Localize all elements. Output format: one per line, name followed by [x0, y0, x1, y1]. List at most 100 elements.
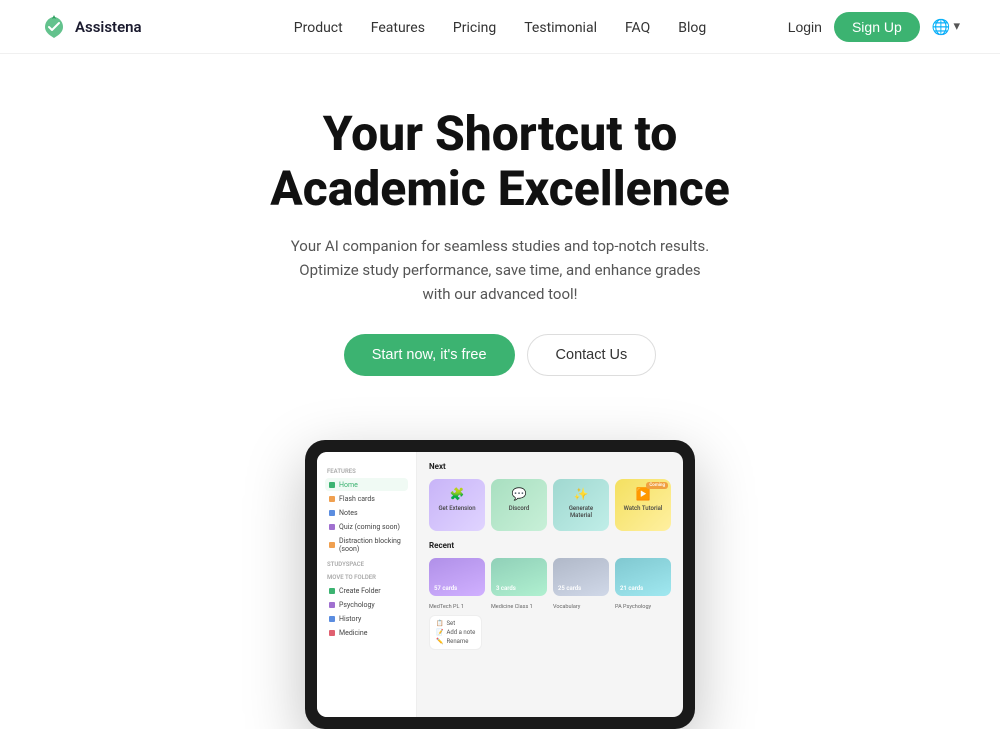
- nav-faq[interactable]: FAQ: [625, 20, 650, 36]
- device-screen: Features Home Flash cards Notes Quiz (co…: [317, 452, 683, 717]
- distraction-icon: [329, 542, 335, 548]
- recent-count-2: 3 cards: [496, 585, 542, 592]
- sidebar-flashcards-label: Flash cards: [339, 495, 375, 503]
- folder-history[interactable]: History: [325, 612, 408, 625]
- tutorial-icon: ▶️: [636, 487, 651, 501]
- nav-features[interactable]: Features: [371, 20, 425, 36]
- folder-medicine-icon: [329, 630, 335, 636]
- logo-text: Assistena: [75, 18, 142, 36]
- login-button[interactable]: Login: [788, 19, 822, 35]
- hero-heading: Your Shortcut to Academic Excellence: [20, 106, 980, 216]
- generate-icon: ✨: [574, 487, 589, 501]
- tutorial-label: Watch Tutorial: [624, 505, 663, 512]
- rename-icon: ✏️: [436, 638, 443, 645]
- add-note-label: Add a note: [446, 629, 475, 636]
- recent-title-4: PA Psychology: [615, 604, 671, 610]
- start-free-button[interactable]: Start now, it's free: [344, 334, 515, 376]
- signup-button[interactable]: Sign Up: [834, 12, 920, 42]
- mini-menu-set[interactable]: 📋 Set: [436, 620, 475, 627]
- discord-label: Discord: [509, 505, 530, 512]
- set-label: Set: [446, 620, 455, 627]
- quiz-icon: [329, 524, 335, 530]
- extension-icon: 🧩: [450, 487, 465, 501]
- recent-card-4[interactable]: 21 cards: [615, 558, 671, 596]
- folder-psychology-label: Psychology: [339, 601, 375, 609]
- sidebar-item-distraction[interactable]: Distraction blocking (soon): [325, 534, 408, 555]
- watch-tutorial-card[interactable]: Coming ▶️ Watch Tutorial: [615, 479, 671, 531]
- hero-heading-line2: Academic Excellence: [270, 160, 730, 217]
- recent-labels-row: MedTech PL 1 Medicine Class 1 Vocabulary…: [429, 604, 671, 610]
- hero-heading-line1: Your Shortcut to: [323, 105, 678, 162]
- recent-section-title: Recent: [429, 541, 671, 550]
- sidebar-distraction-label: Distraction blocking (soon): [339, 537, 404, 553]
- nav-blog[interactable]: Blog: [678, 20, 706, 36]
- folder-history-icon: [329, 616, 335, 622]
- nav-right: Login Sign Up 🌐 ▾: [788, 12, 960, 42]
- folder-medicine[interactable]: Medicine: [325, 626, 408, 639]
- set-icon: 📋: [436, 620, 443, 627]
- recent-cards-row: 57 cards 3 cards 25 cards 21 cards: [429, 558, 671, 596]
- discord-card[interactable]: 💬 Discord: [491, 479, 547, 531]
- device-frame: Features Home Flash cards Notes Quiz (co…: [305, 440, 695, 729]
- rename-label: Rename: [446, 638, 468, 645]
- recent-card-1[interactable]: 57 cards: [429, 558, 485, 596]
- app-main-content: Next 🧩 Get Extension 💬 Discord ✨ Generat…: [417, 452, 683, 717]
- generate-material-card[interactable]: ✨ Generate Material: [553, 479, 609, 531]
- folder-psychology[interactable]: Psychology: [325, 598, 408, 611]
- sidebar-item-quiz[interactable]: Quiz (coming soon): [325, 520, 408, 533]
- create-folder-icon: [329, 588, 335, 594]
- sidebar-item-flashcards[interactable]: Flash cards: [325, 492, 408, 505]
- studyspace-section-label: Studyspace: [327, 561, 408, 568]
- nav-links: Product Features Pricing Testimonial FAQ…: [294, 17, 706, 36]
- folder-medicine-label: Medicine: [339, 629, 367, 637]
- sidebar-quiz-label: Quiz (coming soon): [339, 523, 400, 531]
- hero-buttons: Start now, it's free Contact Us: [20, 334, 980, 376]
- logo[interactable]: Assistena: [40, 13, 142, 41]
- context-mini-menu: 📋 Set 📝 Add a note ✏️ Rename: [429, 615, 482, 650]
- generate-label: Generate Material: [559, 505, 603, 519]
- folder-icon: [329, 602, 335, 608]
- sidebar-home-label: Home: [339, 481, 358, 489]
- move-folder-label: Move to folder: [327, 574, 408, 581]
- recent-card-3[interactable]: 25 cards: [553, 558, 609, 596]
- mini-menu-rename[interactable]: ✏️ Rename: [436, 638, 475, 645]
- recent-title-3: Vocabulary: [553, 604, 609, 610]
- folder-create-label: Create Folder: [339, 587, 381, 595]
- discord-icon: 💬: [512, 487, 527, 501]
- recent-title-2: Medicine Class 1: [491, 604, 547, 610]
- lang-arrow-icon: ▾: [953, 19, 960, 34]
- sidebar-item-notes[interactable]: Notes: [325, 506, 408, 519]
- language-selector[interactable]: 🌐 ▾: [932, 18, 960, 36]
- notes-icon: [329, 510, 335, 516]
- app-sidebar: Features Home Flash cards Notes Quiz (co…: [317, 452, 417, 717]
- get-extension-card[interactable]: 🧩 Get Extension: [429, 479, 485, 531]
- recent-title-1: MedTech PL 1: [429, 604, 485, 610]
- nav-pricing[interactable]: Pricing: [453, 20, 496, 36]
- sidebar-item-home[interactable]: Home: [325, 478, 408, 491]
- extension-label: Get Extension: [438, 505, 475, 512]
- navbar: Assistena Product Features Pricing Testi…: [0, 0, 1000, 54]
- features-section-label: Features: [327, 468, 408, 475]
- hero-section: Your Shortcut to Academic Excellence You…: [0, 54, 1000, 440]
- coming-soon-badge: Coming: [646, 482, 668, 489]
- nav-testimonial[interactable]: Testimonial: [524, 20, 597, 36]
- recent-card-2[interactable]: 3 cards: [491, 558, 547, 596]
- device-mockup: Features Home Flash cards Notes Quiz (co…: [0, 440, 1000, 729]
- add-note-icon: 📝: [436, 629, 443, 636]
- recent-count-4: 21 cards: [620, 585, 666, 592]
- feature-cards-row: 🧩 Get Extension 💬 Discord ✨ Generate Mat…: [429, 479, 671, 531]
- hero-subtext: Your AI companion for seamless studies a…: [290, 234, 710, 306]
- next-section-title: Next: [429, 462, 671, 471]
- flashcards-icon: [329, 496, 335, 502]
- mini-menu-add-note[interactable]: 📝 Add a note: [436, 629, 475, 636]
- nav-product[interactable]: Product: [294, 20, 343, 36]
- globe-icon: 🌐: [932, 18, 951, 36]
- contact-us-button[interactable]: Contact Us: [527, 334, 657, 376]
- home-icon: [329, 482, 335, 488]
- folder-create[interactable]: Create Folder: [325, 584, 408, 597]
- logo-icon: [40, 13, 68, 41]
- recent-count-3: 25 cards: [558, 585, 604, 592]
- sidebar-notes-label: Notes: [339, 509, 358, 517]
- recent-count-1: 57 cards: [434, 585, 480, 592]
- folder-history-label: History: [339, 615, 361, 623]
